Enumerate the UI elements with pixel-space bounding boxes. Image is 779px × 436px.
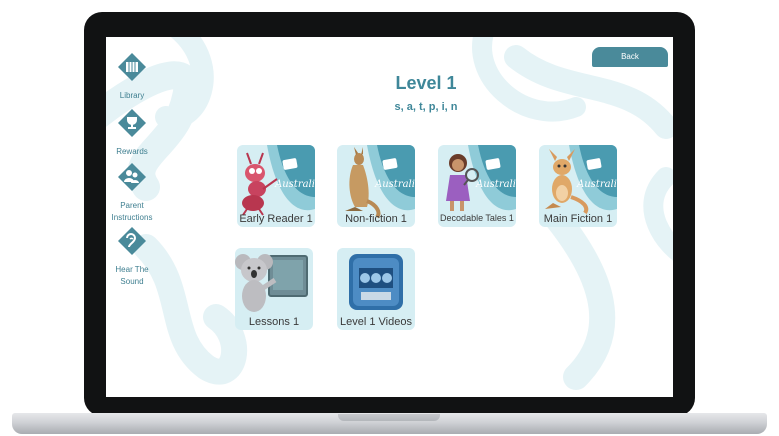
library-icon [118, 53, 146, 81]
australia-logo: Australia [577, 179, 617, 190]
sidebar-item-parent-instructions[interactable]: Parent Instructions [106, 161, 160, 224]
tile-label: Lessons 1 [248, 316, 300, 328]
back-button[interactable]: Back [592, 47, 668, 67]
tile-decodable-tales[interactable]: Australia Decodable Tales 1 [438, 145, 516, 227]
australia-logo: Australia [375, 179, 415, 190]
trophy-icon [118, 109, 146, 137]
tile-non-fiction[interactable]: Australia Non-fiction 1 [337, 145, 415, 227]
sidebar-item-label: Parent Instructions [111, 201, 153, 222]
sidebar-item-rewards[interactable]: Rewards [106, 107, 160, 158]
tile-lessons[interactable]: Lessons 1 [235, 248, 313, 330]
ear-icon [118, 227, 146, 255]
australia-logo: Australia [275, 179, 315, 190]
tile-early-reader[interactable]: Australia Early Reader 1 [237, 145, 315, 227]
sidebar-item-label: Rewards [116, 147, 148, 156]
tile-label: Early Reader 1 [239, 213, 313, 225]
sidebar-item-label: Hear The Sound [115, 265, 149, 286]
app-screen: Library Rewards Parent Instructions Hear… [106, 37, 673, 397]
sidebar-item-hear-the-sound[interactable]: Hear The Sound [106, 225, 160, 288]
page-title: Level 1 [395, 73, 457, 93]
sidebar-item-library[interactable]: Library [106, 51, 160, 102]
australia-logo: Australia [476, 179, 516, 190]
page-subtitle: s, a, t, p, i, n [394, 101, 458, 113]
tile-label: Level 1 Videos [340, 316, 412, 328]
tile-label: Main Fiction 1 [543, 213, 613, 225]
parent-icon [118, 163, 146, 191]
laptop-notch [338, 414, 440, 421]
tile-label: Decodable Tales 1 [440, 213, 514, 223]
tile-main-fiction[interactable]: Australia Main Fiction 1 [539, 145, 617, 227]
sidebar-item-label: Library [119, 91, 145, 100]
tile-label: Non-fiction 1 [345, 213, 407, 225]
tile-level-videos[interactable]: Level 1 Videos [337, 248, 415, 330]
